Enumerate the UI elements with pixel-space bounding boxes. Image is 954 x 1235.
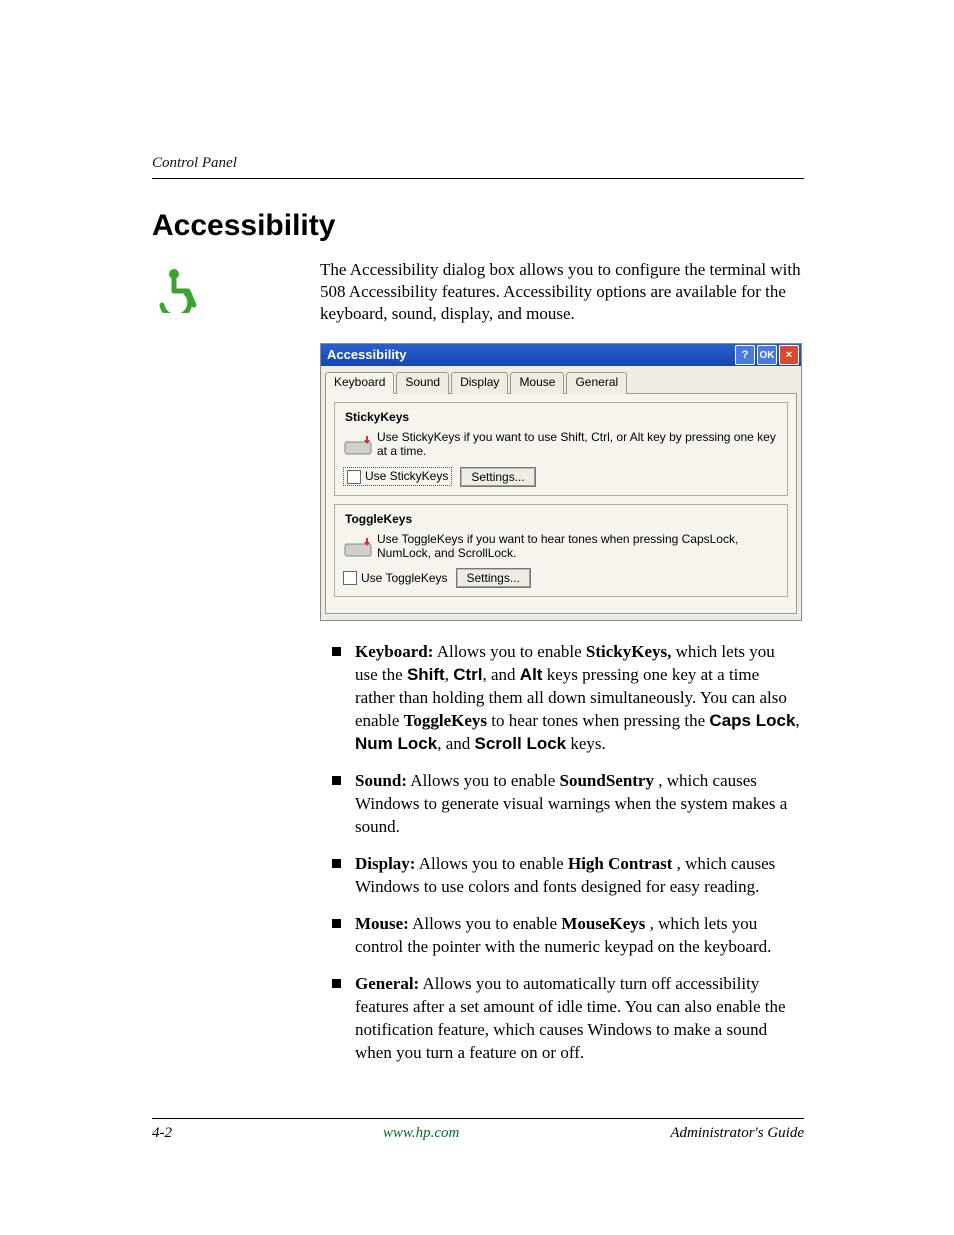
page-number: 4-2 xyxy=(152,1125,172,1142)
text: to hear tones when pressing the xyxy=(491,711,709,730)
term-shift: Shift xyxy=(407,665,445,684)
feature-list: Keyboard: Allows you to enable StickyKey… xyxy=(320,641,804,1064)
text: , xyxy=(445,665,454,684)
term-soundsentry: SoundSentry xyxy=(560,771,654,790)
help-button[interactable]: ? xyxy=(735,345,755,365)
tab-keyboard-body: StickyKeys Use StickyKeys if you want to… xyxy=(325,393,797,615)
rule-top xyxy=(152,178,804,179)
bullet-icon xyxy=(332,979,341,988)
general-label: General: xyxy=(355,974,419,993)
text: Allows you to enable xyxy=(410,771,559,790)
term-scrolllock: Scroll Lock xyxy=(474,734,566,753)
list-item: Mouse: Allows you to enable MouseKeys , … xyxy=(320,913,800,959)
tab-mouse[interactable]: Mouse xyxy=(510,372,564,394)
stickykeys-desc: Use StickyKeys if you want to use Shift,… xyxy=(377,430,779,459)
rule-bottom xyxy=(152,1118,804,1119)
footer-guide: Administrator's Guide xyxy=(670,1125,804,1142)
togglekeys-group: ToggleKeys Use ToggleKeys if you want to… xyxy=(334,504,788,598)
use-stickykeys-label: Use StickyKeys xyxy=(365,469,448,485)
page-title: Accessibility xyxy=(152,209,804,243)
tab-sound[interactable]: Sound xyxy=(396,372,449,394)
togglekeys-legend: ToggleKeys xyxy=(343,512,414,528)
term-numlock: Num Lock xyxy=(355,734,437,753)
text: keys. xyxy=(570,734,605,753)
dialog-title: Accessibility xyxy=(327,347,733,364)
accessibility-icon xyxy=(152,265,200,313)
bullet-icon xyxy=(332,776,341,785)
footer-url: www.hp.com xyxy=(172,1125,670,1142)
text: , and xyxy=(437,734,474,753)
bullet-icon xyxy=(332,919,341,928)
text: Allows you to enable xyxy=(419,854,568,873)
term-togglekeys: ToggleKeys xyxy=(404,711,487,730)
page-footer: 4-2 www.hp.com Administrator's Guide xyxy=(152,1118,804,1142)
text: Allows you to automatically turn off acc… xyxy=(355,974,786,1062)
use-togglekeys-label: Use ToggleKeys xyxy=(361,571,448,587)
term-stickykeys: StickyKeys, xyxy=(586,642,671,661)
keyboard-icon xyxy=(343,430,377,461)
term-highcontrast: High Contrast xyxy=(568,854,672,873)
list-item: Display: Allows you to enable High Contr… xyxy=(320,853,800,899)
tab-general[interactable]: General xyxy=(566,372,627,394)
close-button[interactable]: × xyxy=(779,345,799,365)
text: Allows you to enable xyxy=(437,642,586,661)
accessibility-dialog: Accessibility ? OK × Keyboard Sound Disp… xyxy=(320,343,802,621)
togglekeys-settings-button[interactable]: Settings... xyxy=(456,568,531,588)
text: Allows you to enable xyxy=(412,914,561,933)
text: , xyxy=(795,711,799,730)
term-ctrl: Ctrl xyxy=(453,665,482,684)
stickykeys-settings-button[interactable]: Settings... xyxy=(460,467,535,487)
list-item: Sound: Allows you to enable SoundSentry … xyxy=(320,770,800,839)
ok-button[interactable]: OK xyxy=(757,345,777,365)
list-item: General: Allows you to automatically tur… xyxy=(320,973,800,1065)
mouse-label: Mouse: xyxy=(355,914,409,933)
togglekeys-desc: Use ToggleKeys if you want to hear tones… xyxy=(377,532,779,561)
kb-label: Keyboard: xyxy=(355,642,433,661)
term-alt: Alt xyxy=(520,665,543,684)
term-capslock: Caps Lock xyxy=(709,711,795,730)
breadcrumb: Control Panel xyxy=(152,155,804,172)
list-item: Keyboard: Allows you to enable StickyKey… xyxy=(320,641,800,756)
use-togglekeys-checkbox[interactable]: Use ToggleKeys xyxy=(343,571,448,587)
text: , and xyxy=(483,665,520,684)
intro-text: The Accessibility dialog box allows you … xyxy=(320,259,804,325)
keyboard-icon xyxy=(343,532,377,563)
stickykeys-group: StickyKeys Use StickyKeys if you want to… xyxy=(334,402,788,496)
sound-label: Sound: xyxy=(355,771,407,790)
tab-keyboard[interactable]: Keyboard xyxy=(325,372,394,394)
bullet-icon xyxy=(332,859,341,868)
tab-display[interactable]: Display xyxy=(451,372,508,394)
dialog-tabs: Keyboard Sound Display Mouse General xyxy=(321,366,801,394)
term-mousekeys: MouseKeys xyxy=(561,914,645,933)
display-label: Display: xyxy=(355,854,415,873)
use-stickykeys-checkbox[interactable]: Use StickyKeys xyxy=(343,467,452,487)
stickykeys-legend: StickyKeys xyxy=(343,410,411,426)
bullet-icon xyxy=(332,647,341,656)
dialog-titlebar[interactable]: Accessibility ? OK × xyxy=(321,344,801,366)
